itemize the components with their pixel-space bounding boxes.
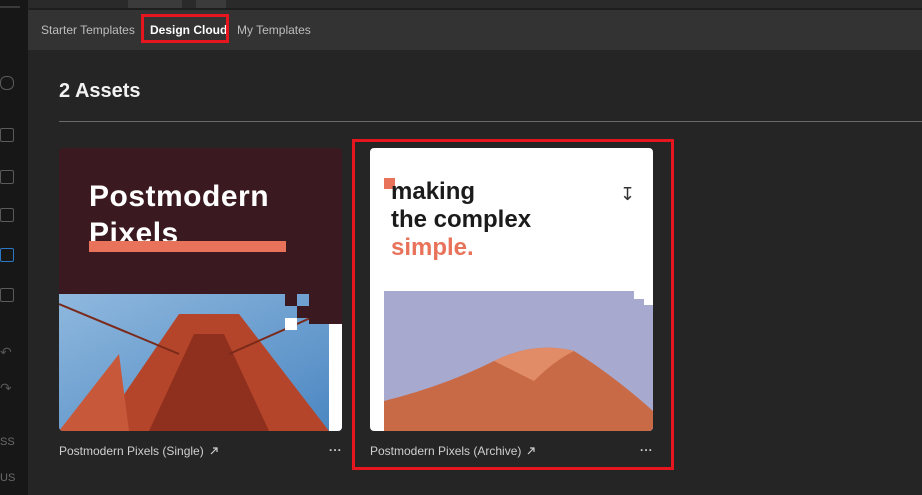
redo-icon[interactable]: ↷	[0, 380, 12, 396]
tab-highlight-box	[141, 14, 229, 43]
left-strip-text: US	[0, 472, 16, 484]
panel-icon[interactable]	[0, 208, 14, 222]
panel-icon[interactable]	[0, 248, 14, 262]
editor-top-bar	[28, 0, 922, 8]
template-card-title-text: Postmodern Pixels (Single)	[59, 444, 204, 458]
app-root: ↶ ↷ SS US Starter Templates Design Cloud…	[0, 0, 922, 495]
section-divider	[59, 121, 922, 122]
editor-tab[interactable]	[196, 0, 226, 8]
monitor-icon[interactable]	[0, 288, 14, 302]
bridge-photo	[59, 294, 342, 431]
left-strip-text: SS	[0, 436, 15, 448]
editor-tab[interactable]	[128, 0, 182, 8]
panel-icon[interactable]	[0, 170, 14, 184]
layers-icon[interactable]	[0, 76, 14, 90]
external-link-icon[interactable]	[209, 446, 219, 456]
tab-starter-templates[interactable]: Starter Templates	[41, 10, 135, 50]
panel-icon[interactable]	[0, 128, 14, 142]
thumbnail-headline-line: Postmodern	[89, 180, 270, 213]
menu-icon[interactable]	[0, 6, 20, 8]
undo-icon[interactable]: ↶	[0, 344, 12, 360]
thumbnail-accent-bar	[89, 241, 286, 252]
assets-count-heading: 2 Assets	[59, 80, 141, 102]
template-card-title[interactable]: Postmodern Pixels (Single)	[59, 444, 219, 458]
card-highlight-box	[352, 139, 674, 470]
library-tab-bar: Starter Templates Design Cloud My Templa…	[28, 10, 922, 50]
template-thumbnail[interactable]: Postmodern Pixels	[59, 148, 342, 431]
editor-left-toolbar: ↶ ↷ SS US	[0, 0, 29, 495]
tab-my-templates[interactable]: My Templates	[237, 10, 311, 50]
template-card-single[interactable]: Postmodern Pixels Postmodern Pixels (Sin…	[59, 148, 342, 458]
template-library-modal: Starter Templates Design Cloud My Templa…	[28, 10, 922, 495]
card-more-menu[interactable]: ...	[329, 440, 342, 454]
